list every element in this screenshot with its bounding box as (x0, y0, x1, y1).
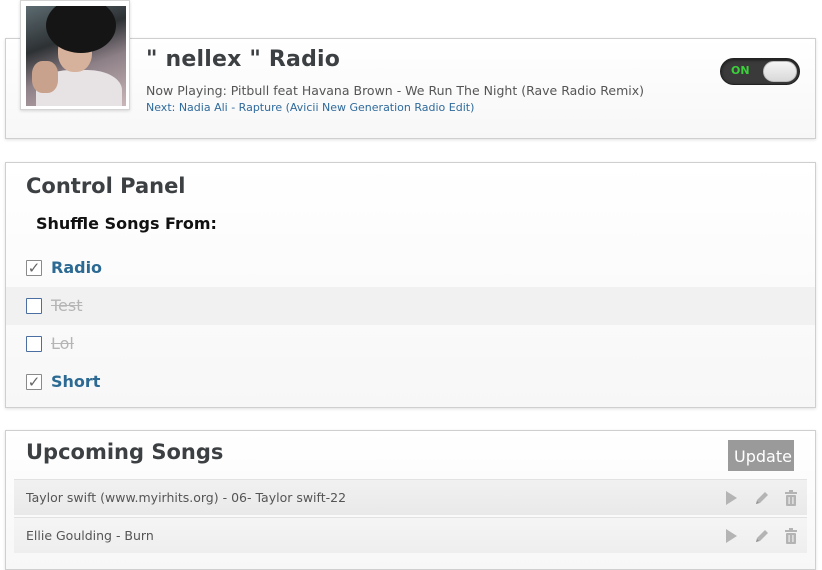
toggle-state-label: ON (731, 64, 750, 77)
playlist-row-radio[interactable]: ✓ Radio (6, 249, 815, 287)
station-title: " nellex " Radio (146, 47, 341, 72)
upcoming-songs-title: Upcoming Songs (26, 440, 224, 464)
shuffle-songs-label: Shuffle Songs From: (36, 214, 217, 233)
playlist-label[interactable]: Short (51, 372, 100, 391)
update-button[interactable]: Update (728, 440, 794, 471)
playlist-label[interactable]: Lol (51, 334, 74, 353)
checkbox-unchecked[interactable] (26, 298, 42, 314)
play-icon[interactable] (722, 527, 740, 545)
song-title: Taylor swift (www.myirhits.org) - 06- Ta… (26, 490, 347, 505)
radio-on-off-toggle[interactable]: ON (720, 58, 800, 85)
playlist-row-lol[interactable]: Lol (6, 325, 815, 363)
upcoming-songs-panel: Upcoming Songs Update Taylor swift (www.… (5, 430, 816, 570)
control-panel-title: Control Panel (26, 174, 186, 198)
now-playing-text: Now Playing: Pitbull feat Havana Brown -… (146, 83, 645, 98)
trash-icon[interactable] (782, 527, 800, 545)
play-icon[interactable] (722, 489, 740, 507)
avatar (20, 0, 130, 110)
playlist-row-short[interactable]: ✓ Short (6, 363, 815, 401)
edit-icon[interactable] (753, 489, 771, 507)
song-row: Taylor swift (www.myirhits.org) - 06- Ta… (14, 479, 807, 515)
control-panel: Control Panel Shuffle Songs From: ✓ Radi… (5, 162, 816, 408)
playlist-label[interactable]: Radio (51, 258, 102, 277)
checkbox-unchecked[interactable] (26, 336, 42, 352)
trash-icon[interactable] (782, 489, 800, 507)
edit-icon[interactable] (753, 527, 771, 545)
playlist-label[interactable]: Test (51, 296, 83, 315)
toggle-knob[interactable] (763, 61, 797, 82)
checkmark-icon[interactable]: ✓ (26, 260, 42, 276)
next-song-link[interactable]: Next: Nadia Ali - Rapture (Avicii New Ge… (146, 101, 474, 114)
song-row: Ellie Goulding - Burn (14, 517, 807, 553)
checkmark-icon[interactable]: ✓ (26, 374, 42, 390)
playlist-row-test[interactable]: Test (6, 287, 815, 325)
avatar-image (26, 6, 126, 106)
song-title: Ellie Goulding - Burn (26, 528, 154, 543)
